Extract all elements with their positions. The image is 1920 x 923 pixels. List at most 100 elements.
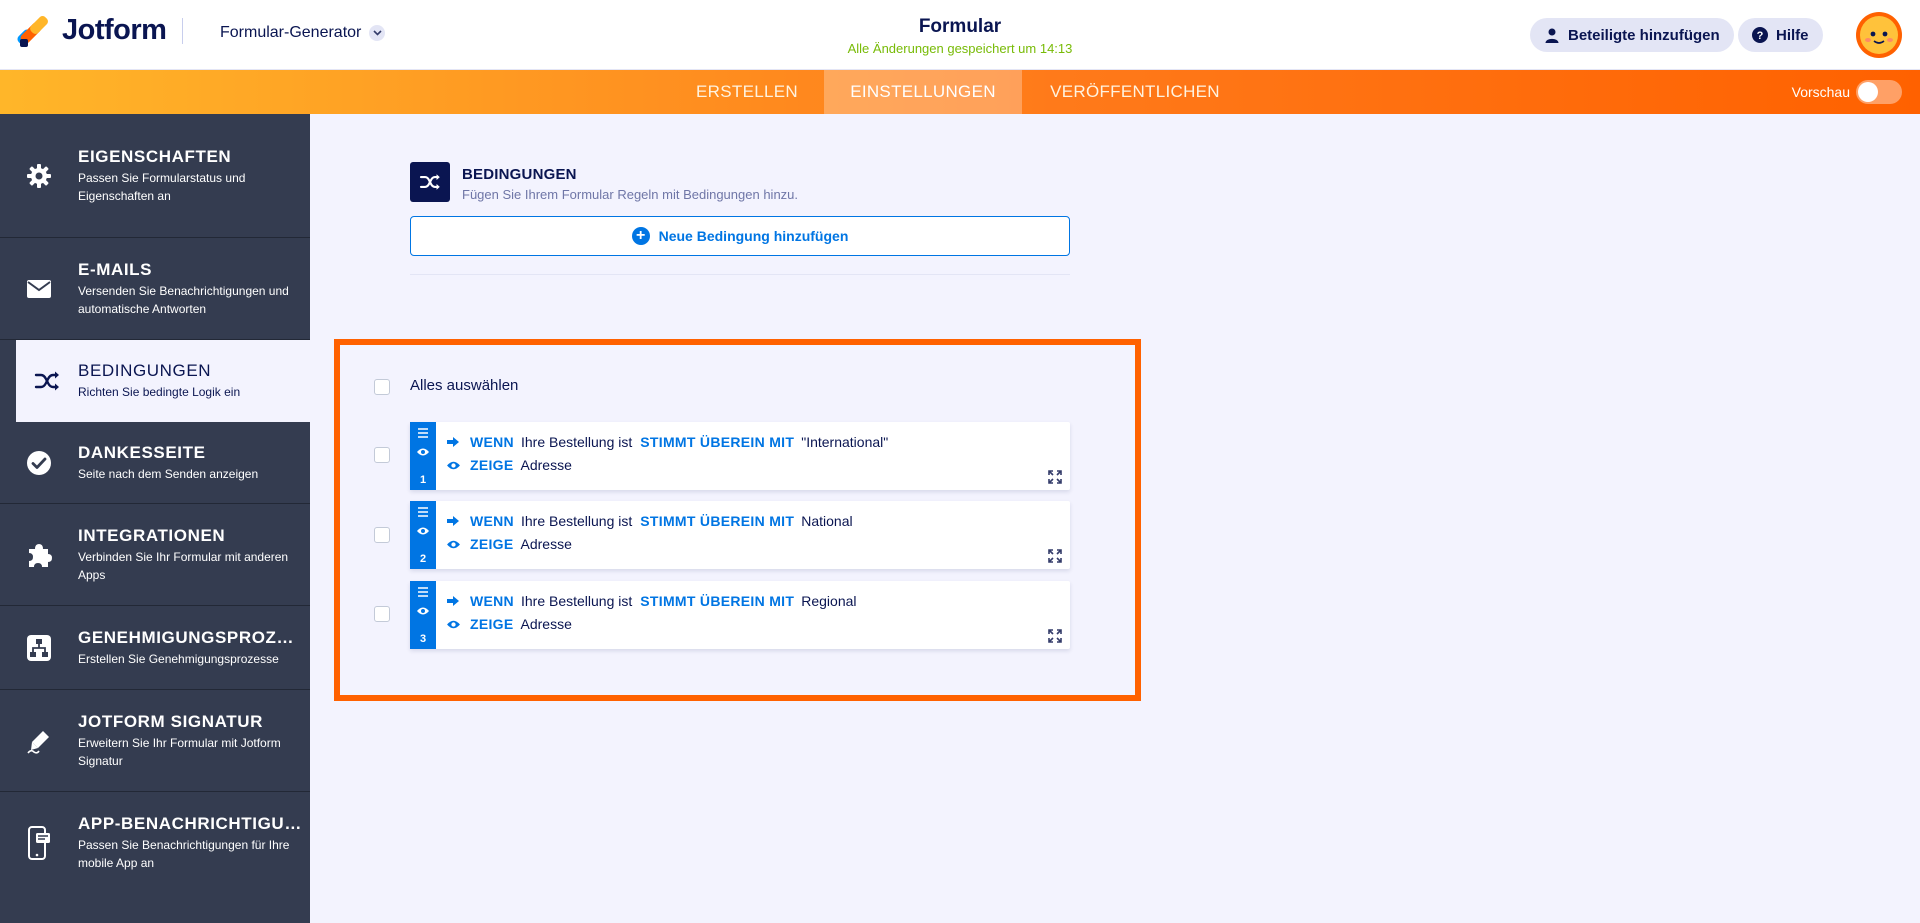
- sidebar-item-jotform-signatur[interactable]: JOTFORM SIGNATUR Erweitern Sie Ihr Formu…: [0, 690, 310, 792]
- menu-icon: [418, 587, 428, 597]
- condition-rule[interactable]: 2 WENN Ihre Bestellung ist STIMMT ÜBEREI…: [410, 501, 1070, 569]
- rule-drag-handle[interactable]: 3: [410, 581, 436, 649]
- jotform-logo[interactable]: Jotform: [15, 13, 184, 47]
- tab-einstellungen[interactable]: EINSTELLUNGEN: [824, 70, 1022, 114]
- shuffle-icon: [16, 370, 78, 392]
- add-participants-label: Beteiligte hinzufügen: [1568, 26, 1720, 44]
- rule-index: 2: [419, 553, 427, 565]
- sidebar-item-title: DANKESSEITE: [78, 442, 206, 462]
- sidebar-item-desc: Richten Sie bedingte Logik ein: [78, 385, 241, 399]
- rule-value: National: [801, 513, 853, 529]
- sidebar-item-integrationen[interactable]: INTEGRATIONEN Verbinden Sie Ihr Formular…: [0, 504, 310, 606]
- rule-field: Ihre Bestellung ist: [520, 434, 633, 450]
- chevron-down-icon: [369, 25, 386, 41]
- if-keyword: WENN: [470, 513, 514, 529]
- add-condition-button[interactable]: + Neue Bedingung hinzufügen: [410, 216, 1070, 256]
- sidebar-item-title: E-MAILS: [78, 259, 153, 279]
- rule-drag-handle[interactable]: 2: [410, 501, 436, 569]
- sidebar-item-desc: Erweitern Sie Ihr Formular mit Jotform S…: [78, 735, 281, 768]
- sidebar-item-dankesseite[interactable]: DANKESSEITE Seite nach dem Senden anzeig…: [0, 422, 310, 504]
- check-circle-icon: [0, 450, 78, 476]
- header-divider: [182, 17, 184, 44]
- sidebar-item-title: APP-BENACHRICHTIGUNG: [78, 814, 302, 833]
- if-keyword: WENN: [470, 593, 514, 609]
- then-keyword: ZEIGE: [470, 536, 514, 552]
- rule-target: Adresse: [520, 457, 572, 473]
- condition-rule[interactable]: 1 WENN Ihre Bestellung ist STIMMT ÜBEREI…: [410, 422, 1070, 490]
- sidebar-item-title: JOTFORM SIGNATUR: [78, 711, 263, 731]
- rule-index: 3: [419, 633, 427, 645]
- arrow-right-icon: [447, 516, 459, 526]
- gear-icon: [0, 163, 78, 189]
- toggle-knob: [1858, 82, 1878, 102]
- arrow-right-icon: [447, 596, 459, 606]
- rule-index: 1: [419, 474, 427, 486]
- conditions-header: BEDINGUNGEN Fügen Sie Ihrem Formular Reg…: [410, 162, 798, 202]
- rule-operator: STIMMT ÜBEREIN MIT: [640, 593, 795, 609]
- flow-icon: [0, 634, 78, 662]
- sidebar-item-title: INTEGRATIONEN: [78, 525, 226, 545]
- settings-sidebar: EIGENSCHAFTEN Passen Sie Formularstatus …: [0, 114, 310, 923]
- pen-icon: [0, 728, 78, 754]
- condition-rule[interactable]: 3 WENN Ihre Bestellung ist STIMMT ÜBEREI…: [410, 581, 1070, 649]
- generator-label: Formular-Generator: [220, 24, 362, 41]
- expand-icon[interactable]: [1048, 470, 1062, 484]
- rule-operator: STIMMT ÜBEREIN MIT: [640, 513, 795, 529]
- divider: [410, 274, 1070, 275]
- help-button[interactable]: ? Hilfe: [1738, 18, 1823, 52]
- sidebar-item-desc: Passen Sie Formularstatus und Eigenschaf…: [78, 170, 246, 203]
- sidebar-item-desc: Passen Sie Benachrichtigungen für Ihre m…: [78, 838, 290, 870]
- sidebar-item-bedingungen[interactable]: BEDINGUNGEN Richten Sie bedingte Logik e…: [16, 340, 310, 422]
- rule-checkbox[interactable]: [374, 606, 390, 622]
- sidebar-item-eigenschaften[interactable]: EIGENSCHAFTEN Passen Sie Formularstatus …: [0, 114, 310, 238]
- then-keyword: ZEIGE: [470, 457, 514, 473]
- arrow-right-icon: [447, 437, 459, 447]
- expand-icon[interactable]: [1048, 549, 1062, 563]
- rule-field: Ihre Bestellung ist: [520, 513, 633, 529]
- select-all-label[interactable]: Alles auswählen: [410, 377, 518, 394]
- tab-veroeffentlichen[interactable]: VERÖFFENTLICHEN: [1032, 70, 1238, 114]
- rule-target: Adresse: [520, 616, 572, 632]
- rule-target: Adresse: [520, 536, 572, 552]
- sidebar-item-desc: Versenden Sie Benachrichtigungen und aut…: [78, 283, 289, 316]
- rule-value: Regional: [801, 593, 857, 609]
- top-header: Jotform Formular-Generator Formular Alle…: [0, 0, 1920, 70]
- user-avatar[interactable]: [1856, 12, 1902, 58]
- mobile-icon: [0, 826, 78, 860]
- expand-icon[interactable]: [1048, 629, 1062, 643]
- rule-drag-handle[interactable]: 1: [410, 422, 436, 490]
- tab-label: VERÖFFENTLICHEN: [1050, 82, 1220, 101]
- puzzle-icon: [0, 542, 78, 568]
- conditions-subtitle: Fügen Sie Ihrem Formular Regeln mit Bedi…: [462, 187, 799, 202]
- eye-icon: [447, 540, 460, 548]
- sidebar-item-desc: Erstellen Sie Genehmigungsprozesse: [78, 651, 279, 666]
- sidebar-item-emails[interactable]: E-MAILS Versenden Sie Benachrichtigungen…: [0, 238, 310, 340]
- eye-icon: [417, 448, 429, 456]
- add-condition-label: Neue Bedingung hinzufügen: [658, 228, 849, 244]
- add-participants-button[interactable]: Beteiligte hinzufügen: [1530, 18, 1734, 52]
- tab-erstellen[interactable]: ERSTELLEN: [680, 70, 814, 114]
- form-generator-dropdown[interactable]: Formular-Generator: [220, 24, 386, 42]
- logo-text: Jotform: [62, 14, 167, 46]
- rule-operator: STIMMT ÜBEREIN MIT: [640, 434, 795, 450]
- eye-icon: [447, 461, 460, 469]
- sidebar-item-title: BEDINGUNGEN: [78, 361, 212, 380]
- then-keyword: ZEIGE: [470, 616, 514, 632]
- tab-label: EINSTELLUNGEN: [850, 82, 996, 101]
- eye-icon: [417, 527, 429, 535]
- sidebar-item-app-benachrichtigung[interactable]: APP-BENACHRICHTIGUNG Passen Sie Benachri…: [0, 792, 310, 894]
- question-icon: ?: [1752, 27, 1768, 43]
- eye-icon: [447, 620, 460, 628]
- preview-toggle[interactable]: [1856, 80, 1902, 104]
- user-icon: [1544, 27, 1560, 43]
- sidebar-item-genehmigungsprozesse[interactable]: GENEHMIGUNGSPROZESSE Erstellen Sie Geneh…: [0, 606, 310, 690]
- select-all-checkbox[interactable]: [374, 379, 390, 395]
- rule-checkbox[interactable]: [374, 527, 390, 543]
- eye-icon: [417, 607, 429, 615]
- rule-checkbox[interactable]: [374, 447, 390, 463]
- preview-control: Vorschau: [1792, 80, 1902, 104]
- menu-icon: [418, 428, 428, 438]
- rule-value: "International": [801, 434, 889, 450]
- tab-label: ERSTELLEN: [696, 82, 798, 101]
- envelope-icon: [0, 279, 78, 299]
